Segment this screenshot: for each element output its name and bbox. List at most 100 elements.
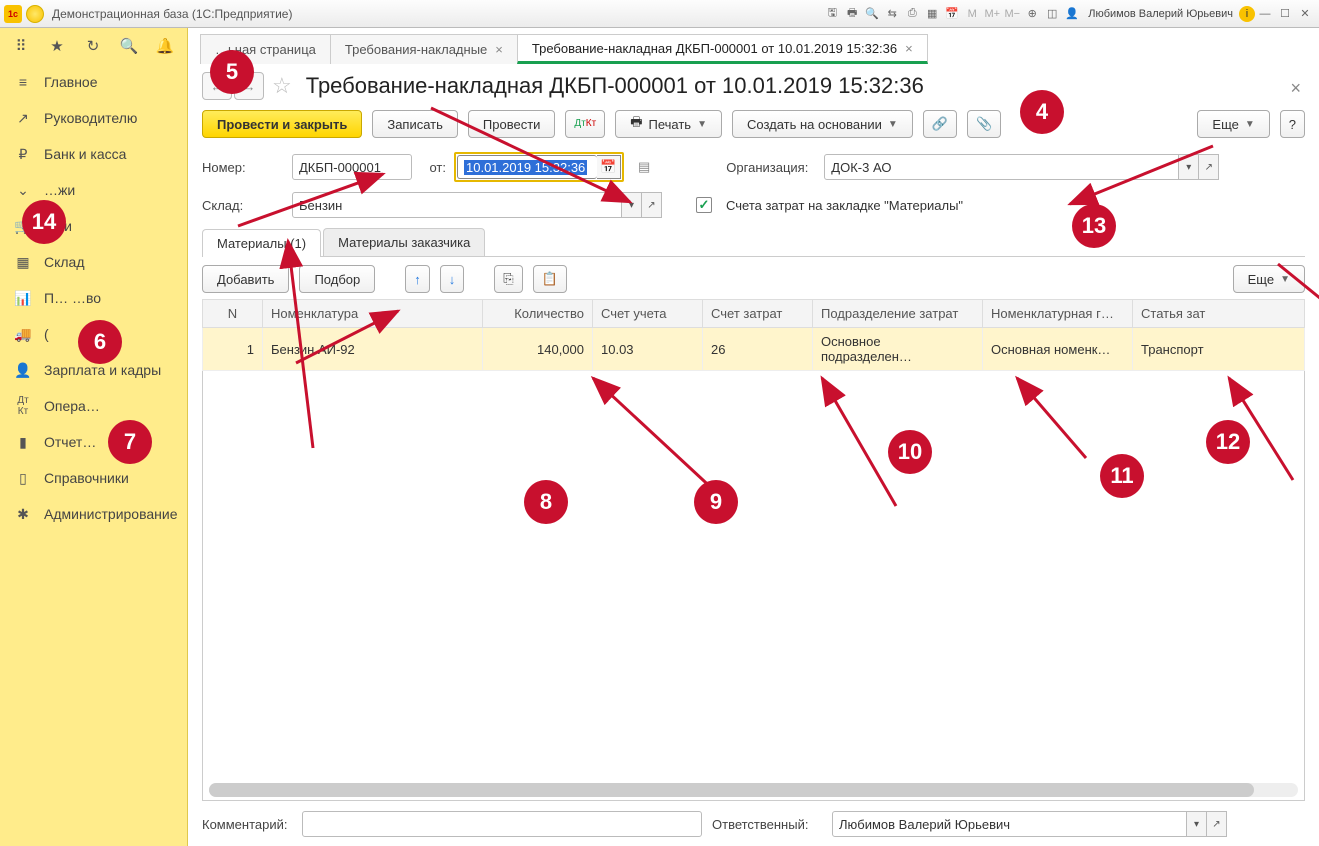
move-down-button[interactable]: ↓: [440, 265, 465, 293]
calendar-icon[interactable]: 📅: [942, 4, 962, 24]
dtkt-button[interactable]: ДтКт: [565, 110, 605, 138]
comment-input[interactable]: [302, 811, 702, 837]
org-select[interactable]: ДОК-3 АО ▾ ↗: [824, 154, 1219, 180]
move-up-button[interactable]: ↑: [405, 265, 430, 293]
tab-document[interactable]: Требование-накладная ДКБП-000001 от 10.0…: [517, 34, 928, 64]
nav-back-button[interactable]: ←: [202, 72, 232, 100]
cell-nomen-group[interactable]: Основная номенк…: [983, 328, 1133, 371]
h-scrollbar[interactable]: [209, 783, 1298, 797]
col-expense[interactable]: Статья зат: [1133, 300, 1305, 328]
close-icon[interactable]: ✕: [1295, 4, 1315, 24]
cell-dept[interactable]: Основное подразделен…: [813, 328, 983, 371]
open-icon[interactable]: ↗: [642, 192, 662, 218]
col-qty[interactable]: Количество: [483, 300, 593, 328]
mminus-icon[interactable]: M−: [1002, 4, 1022, 24]
nav-admin[interactable]: ✱Администрирование: [0, 496, 187, 532]
create-based-button[interactable]: Создать на основании▼: [732, 110, 913, 138]
nav-manager[interactable]: ↗Руководителю: [0, 100, 187, 136]
nav-reports[interactable]: ▮Отчет…: [0, 424, 187, 460]
export-icon[interactable]: ⎙: [902, 4, 922, 24]
compare-icon[interactable]: ⇆: [882, 4, 902, 24]
cell-nomen[interactable]: Бензин АИ-92: [263, 328, 483, 371]
mplus-icon[interactable]: M+: [982, 4, 1002, 24]
tab-list[interactable]: Требования-накладные×: [330, 34, 518, 64]
paste-button[interactable]: 📋: [533, 265, 567, 293]
attach-button[interactable]: 📎: [967, 110, 1001, 138]
calc-icon[interactable]: ▦: [922, 4, 942, 24]
subtab-customer-materials[interactable]: Материалы заказчика: [323, 228, 485, 256]
open-icon[interactable]: ↗: [1207, 811, 1227, 837]
cell-acct[interactable]: 10.03: [593, 328, 703, 371]
dropdown-icon[interactable]: ▾: [1187, 811, 1207, 837]
write-button[interactable]: Записать: [372, 110, 458, 138]
subtab-materials[interactable]: Материалы (1): [202, 229, 321, 257]
toolbar-icon[interactable]: 🖫: [822, 4, 842, 24]
nav-sales[interactable]: ⌄…жи: [0, 172, 187, 208]
pick-button[interactable]: Подбор: [299, 265, 375, 293]
nav-main[interactable]: ≡Главное: [0, 64, 187, 100]
print-icon[interactable]: 🖶: [842, 4, 862, 24]
dropdown-icon[interactable]: ▾: [1179, 154, 1199, 180]
favorite-icon[interactable]: ☆: [272, 73, 292, 99]
date-note-icon[interactable]: ▤: [638, 159, 650, 175]
tab-start[interactable]: …ьная страница: [200, 34, 331, 64]
cell-cost-acct[interactable]: 26: [703, 328, 813, 371]
doc-close-icon[interactable]: ×: [1290, 78, 1301, 99]
m-icon[interactable]: M: [962, 4, 982, 24]
dropdown-icon[interactable]: [26, 5, 44, 23]
table-row[interactable]: 1 Бензин АИ-92 140,000 10.03 26 Основное…: [203, 328, 1305, 371]
nav-operations[interactable]: ДтКтОпера…: [0, 388, 187, 424]
col-cost-acct[interactable]: Счет затрат: [703, 300, 813, 328]
warehouse-select[interactable]: Бензин ▾ ↗: [292, 192, 662, 218]
date-field[interactable]: 10.01.2019 15:32:36 📅: [454, 152, 624, 182]
tab-label: Требование-накладная ДКБП-000001 от 10.0…: [532, 41, 897, 56]
preview-icon[interactable]: 🔍: [862, 4, 882, 24]
maximize-icon[interactable]: ☐: [1275, 4, 1295, 24]
help-button[interactable]: ?: [1280, 110, 1305, 138]
apps-icon[interactable]: ⠿: [10, 35, 32, 57]
zoom-icon[interactable]: ⊕: [1022, 4, 1042, 24]
post-and-close-button[interactable]: Провести и закрыть: [202, 110, 362, 138]
col-n[interactable]: N: [203, 300, 263, 328]
nav-salary[interactable]: 👤Зарплата и кадры: [0, 352, 187, 388]
resp-select[interactable]: Любимов Валерий Юрьевич ▾ ↗: [832, 811, 1227, 837]
cost-accounts-checkbox[interactable]: ✓: [696, 197, 712, 213]
nav-production[interactable]: 📊П… …во: [0, 280, 187, 316]
cell-expense[interactable]: Транспорт: [1133, 328, 1305, 371]
col-acct[interactable]: Счет учета: [593, 300, 703, 328]
post-button[interactable]: Провести: [468, 110, 556, 138]
add-button[interactable]: Добавить: [202, 265, 289, 293]
print-button[interactable]: 🖶Печать▼: [615, 110, 722, 138]
calendar-button-icon[interactable]: 📅: [597, 155, 621, 179]
link-button[interactable]: 🔗: [923, 110, 957, 138]
more-button[interactable]: Еще▼: [1197, 110, 1269, 138]
cell-qty[interactable]: 140,000: [483, 328, 593, 371]
panel-icon[interactable]: ◫: [1042, 4, 1062, 24]
tab-close-icon[interactable]: ×: [905, 41, 913, 56]
sub-more-button[interactable]: Еще▼: [1233, 265, 1305, 293]
minimize-icon[interactable]: —: [1255, 4, 1275, 24]
col-dept[interactable]: Подразделение затрат: [813, 300, 983, 328]
user-name[interactable]: Любимов Валерий Юрьевич: [1088, 8, 1233, 20]
nav-warehouse[interactable]: ▦Склад: [0, 244, 187, 280]
open-icon[interactable]: ↗: [1199, 154, 1219, 180]
bell-icon[interactable]: 🔔: [154, 35, 176, 57]
nav-fwd-button[interactable]: →: [234, 72, 264, 100]
copy-button[interactable]: ⎘: [494, 265, 522, 293]
col-nomen-group[interactable]: Номенклатурная г…: [983, 300, 1133, 328]
history-icon[interactable]: ↻: [82, 35, 104, 57]
nav-catalogs[interactable]: ▯Справочники: [0, 460, 187, 496]
btn-label: Создать на основании: [747, 117, 882, 132]
info-icon[interactable]: i: [1239, 6, 1255, 22]
number-input[interactable]: ДКБП-000001: [292, 154, 412, 180]
nav-label: …жи: [44, 182, 75, 198]
cell-n[interactable]: 1: [203, 328, 263, 371]
search-icon[interactable]: 🔍: [118, 35, 140, 57]
nav-purchase[interactable]: 🛒…ки: [0, 208, 187, 244]
dropdown-icon[interactable]: ▾: [622, 192, 642, 218]
col-nomen[interactable]: Номенклатура: [263, 300, 483, 328]
nav-bank[interactable]: ₽Банк и касса: [0, 136, 187, 172]
star-icon[interactable]: ★: [46, 35, 68, 57]
nav-assets[interactable]: 🚚(: [0, 316, 187, 352]
tab-close-icon[interactable]: ×: [495, 42, 503, 57]
